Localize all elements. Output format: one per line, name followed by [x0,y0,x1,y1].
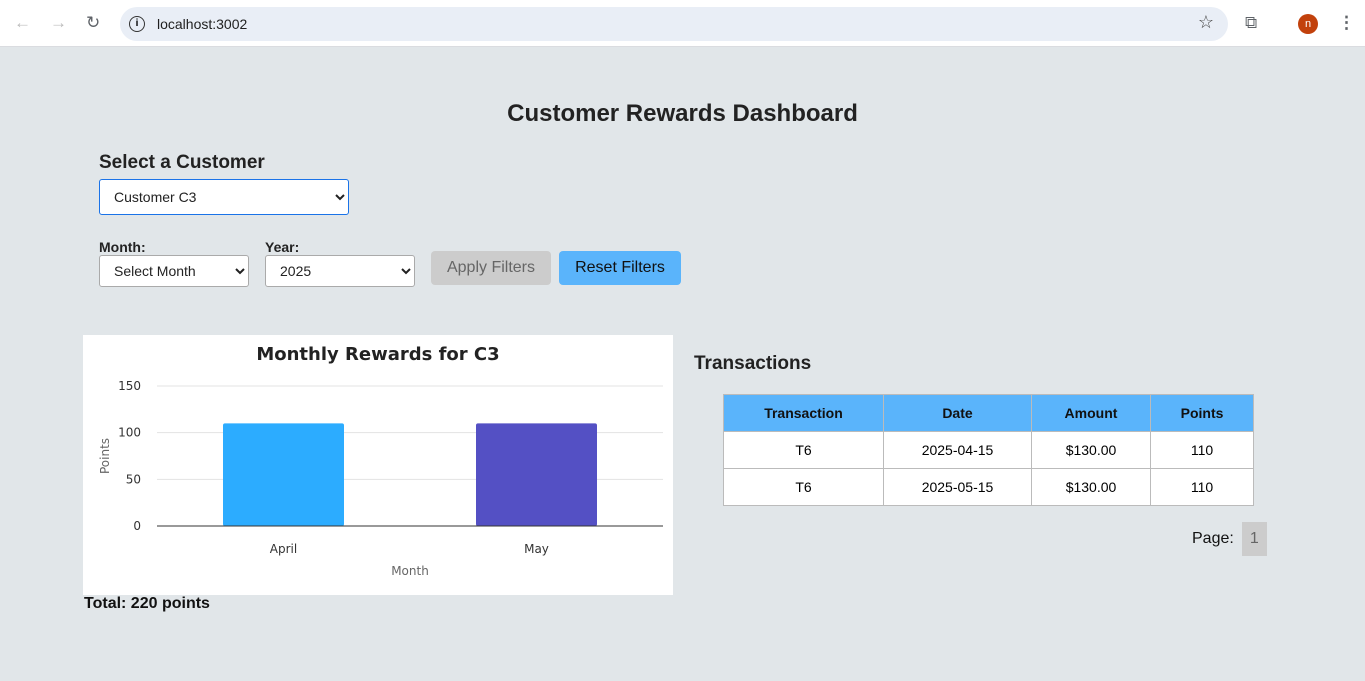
table-row: T6 2025-04-15 $130.00 110 [723,431,1254,469]
bar-april [223,423,344,526]
cell-amount: $130.00 [1031,468,1151,506]
y-tick-label: 100 [118,426,141,440]
cell-points: 110 [1150,431,1254,469]
bar-chart-svg: Monthly Rewards for C3 0 50 100 150 April May M… [98,344,663,578]
y-axis-title: Points [98,438,112,474]
y-tick-label: 0 [133,519,141,533]
col-points: Points [1150,394,1254,432]
info-icon[interactable]: i [129,16,145,32]
month-select[interactable]: Select Month [99,255,249,287]
page-title: Customer Rewards Dashboard [507,100,858,127]
transactions-title: Transactions [694,353,812,374]
year-select[interactable]: 2025 [265,255,415,287]
customer-label: Select a Customer [99,152,265,173]
customer-select[interactable]: Customer C3 [99,179,349,215]
cell-transaction: T6 [723,431,884,469]
chart-title: Monthly Rewards for C3 [256,344,499,365]
reload-icon[interactable]: ↻ [86,12,100,34]
extensions-icon[interactable]: ⧉ [1245,12,1257,34]
cell-amount: $130.00 [1031,431,1151,469]
table-row: T6 2025-05-15 $130.00 110 [723,468,1254,506]
profile-avatar[interactable]: n [1298,14,1318,34]
cell-date: 2025-05-15 [883,468,1032,506]
col-transaction: Transaction [723,394,884,432]
bookmark-star-icon[interactable]: ☆ [1198,12,1214,33]
page-label: Page: [1192,530,1234,547]
back-icon[interactable]: ← [14,12,31,34]
total-points: Total: 220 points [84,595,210,612]
cell-points: 110 [1150,468,1254,506]
menu-icon[interactable]: ⋮ [1338,12,1355,34]
forward-icon[interactable]: → [50,12,67,34]
cell-transaction: T6 [723,468,884,506]
cell-date: 2025-04-15 [883,431,1032,469]
x-tick-label: May [524,542,549,556]
rewards-chart: Monthly Rewards for C3 0 50 100 150 April May M… [83,335,673,595]
y-tick-label: 50 [126,472,141,486]
apply-filters-button[interactable]: Apply Filters [431,251,551,285]
page-button-1[interactable]: 1 [1241,522,1267,556]
col-date: Date [883,394,1032,432]
reset-filters-button[interactable]: Reset Filters [559,251,681,285]
pagination: Page: 1 [1192,522,1267,556]
address-bar[interactable]: i localhost:3002 ☆ [120,7,1228,41]
x-tick-label: April [270,542,297,556]
y-tick-label: 150 [118,379,141,393]
month-label: Month: [99,239,146,255]
year-label: Year: [265,239,300,255]
browser-toolbar: ← → ↻ i localhost:3002 ☆ ⧉ n ⋮ [0,0,1365,47]
col-amount: Amount [1031,394,1151,432]
url-text[interactable]: localhost:3002 [157,16,247,32]
transactions-table: Transaction Date Amount Points T6 2025-0… [723,394,1254,506]
x-axis-title: Month [391,564,429,578]
bar-may [476,423,597,526]
